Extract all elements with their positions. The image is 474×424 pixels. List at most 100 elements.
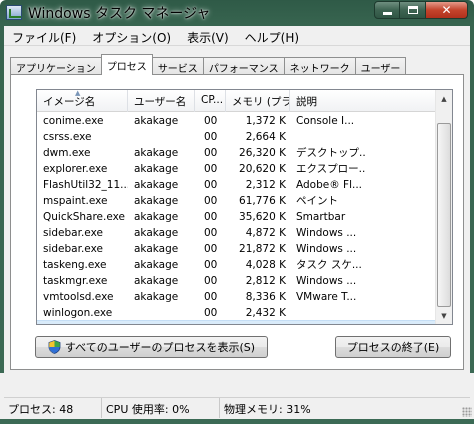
resize-grip-icon[interactable] <box>462 407 472 417</box>
column-user-name[interactable]: ユーザー名 <box>128 90 195 112</box>
window-client: ファイル(F) オプション(O) 表示(V) ヘルプ(H) アプリケーション プ… <box>4 26 470 398</box>
cell-cpu: 00 <box>195 321 226 324</box>
end-process-button[interactable]: プロセスの終了(E) <box>335 336 451 358</box>
process-row[interactable]: dwm.exe akakage 00 26,320 K デスクトップ... <box>37 145 437 161</box>
process-row[interactable]: sidebar.exe akakage 00 21,872 K Windows ... <box>37 241 437 257</box>
cell-memory: 20,620 K <box>239 163 286 175</box>
cell-image-name: sidebar.exe <box>43 227 103 239</box>
cell-description <box>290 305 365 321</box>
cell-cpu: 00 <box>204 227 218 239</box>
process-row[interactable]: explorer.exe akakage 00 20,620 K エクスプロー... <box>37 161 437 177</box>
tab-services[interactable]: サービス <box>151 57 204 75</box>
cell-image-name: QuickShare.exe <box>43 211 125 223</box>
cell-description: Windows ... <box>296 243 357 255</box>
tab-users[interactable]: ユーザー <box>354 57 407 75</box>
cell-image-name: FlashUtil32_11... <box>43 179 128 191</box>
cell-user-name: akakage <box>134 291 179 303</box>
cell-cpu: 00 <box>204 163 218 175</box>
cell-image-name: taskeng.exe <box>43 259 107 271</box>
tab-strip: アプリケーション プロセス サービス パフォーマンス ネットワーク ユーザー <box>10 54 407 75</box>
maximize-button[interactable] <box>400 1 426 19</box>
cell-memory: 1,372 K <box>245 115 286 127</box>
minimize-icon <box>382 11 392 15</box>
status-process-count: プロセス: 48 <box>4 398 102 418</box>
cell-cpu: 00 <box>204 179 218 191</box>
list-header: ▲ イメージ名 ユーザー名 CP... メモリ (プラ... 説明 <box>37 90 437 112</box>
process-list[interactable]: ▲ イメージ名 ユーザー名 CP... メモリ (プラ... 説明 conime… <box>36 89 453 325</box>
column-cpu[interactable]: CP... <box>195 90 226 112</box>
column-label: CP... <box>201 94 224 106</box>
tab-networking[interactable]: ネットワーク <box>283 57 356 75</box>
title-bar[interactable]: Windows タスク マネージャ ✕ <box>0 0 474 25</box>
column-label: ユーザー名 <box>134 96 187 108</box>
column-description[interactable]: 説明 <box>290 90 365 112</box>
cell-memory: 13,340 K <box>226 321 290 324</box>
cell-cpu: 00 <box>204 211 218 223</box>
process-row[interactable]: QuickShare.exe akakage 00 35,620 K Smartbar <box>37 209 437 225</box>
menu-view[interactable]: 表示(V) <box>179 26 237 45</box>
cell-description: Adobe® Fl... <box>296 179 363 191</box>
cell-user-name: akakage <box>134 195 179 207</box>
cell-user-name <box>128 305 195 321</box>
cell-image-name: sidebar.exe <box>43 243 103 255</box>
process-row[interactable]: winlogon.exe 00 2,432 K <box>37 305 437 321</box>
cell-description: VMware T... <box>296 291 357 303</box>
status-physical-memory: 物理メモリ: 31% <box>224 403 311 416</box>
process-row[interactable]: FlashUtil32_11... akakage 00 2,312 K Adobe® … <box>37 177 437 193</box>
process-row[interactable]: conime.exe akakage 00 1,372 K Console I... <box>37 113 437 129</box>
menu-file[interactable]: ファイル(F) <box>4 26 84 45</box>
cell-memory: 61,776 K <box>239 195 286 207</box>
cell-description: タスク スケ... <box>296 259 362 271</box>
minimize-button[interactable] <box>374 1 400 19</box>
cell-image-name: csrss.exe <box>43 131 92 143</box>
cell-memory: 2,432 K <box>245 307 286 319</box>
cell-description: Smartbar <box>296 211 346 223</box>
cell-cpu: 00 <box>204 195 218 207</box>
cell-image-name: dwm.exe <box>43 147 91 159</box>
cell-memory: 2,812 K <box>245 275 286 287</box>
cell-user-name: akakage <box>134 147 179 159</box>
tab-processes[interactable]: プロセス <box>100 54 153 75</box>
cell-memory: 2,312 K <box>245 179 286 191</box>
close-icon: ✕ <box>441 3 452 17</box>
status-bar: プロセス: 48 CPU 使用率: 0% 物理メモリ: 31% <box>0 373 474 419</box>
cell-user-name: akakage <box>134 115 179 127</box>
tab-applications[interactable]: アプリケーション <box>10 57 102 75</box>
process-row[interactable]: mspaint.exe akakage 00 61,776 K ペイント <box>37 193 437 209</box>
process-row[interactable]: csrss.exe 00 2,664 K <box>37 129 437 145</box>
cell-description: Windows ... <box>296 275 357 287</box>
process-row[interactable]: sidebar.exe akakage 00 4,872 K Windows ... <box>37 225 437 241</box>
scroll-thumb[interactable] <box>437 123 451 307</box>
uac-shield-icon <box>48 340 61 354</box>
close-button[interactable]: ✕ <box>426 1 468 19</box>
process-row[interactable]: YontooDeskto...akakage0013,340 KYontoo D… <box>37 320 438 324</box>
column-memory[interactable]: メモリ (プラ... <box>226 90 290 112</box>
column-image-name[interactable]: ▲ イメージ名 <box>37 90 128 112</box>
window-title: Windows タスク マネージャ <box>28 6 211 22</box>
sort-ascending-icon: ▲ <box>75 90 81 97</box>
cell-description: Windows ... <box>296 227 357 239</box>
cell-cpu: 00 <box>204 115 218 127</box>
arrow-up-icon: ▲ <box>441 94 447 103</box>
tab-performance[interactable]: パフォーマンス <box>202 57 285 75</box>
task-manager-window: Windows タスク マネージャ ✕ ファイル(F) オプション(O) 表示(… <box>0 0 474 424</box>
cell-description: エクスプロー... <box>296 163 365 175</box>
scroll-up-button[interactable]: ▲ <box>436 90 452 107</box>
maximize-icon <box>407 6 418 14</box>
cell-description: Yontoo De... <box>290 321 365 324</box>
cell-cpu: 00 <box>204 291 218 303</box>
cell-cpu: 00 <box>204 147 218 159</box>
process-row[interactable]: vmtoolsd.exe akakage 00 8,336 K VMware T... <box>37 289 437 305</box>
caption-buttons: ✕ <box>374 1 468 19</box>
cell-description: ペイント <box>296 195 338 207</box>
vertical-scrollbar[interactable]: ▲ ▼ <box>435 90 452 324</box>
menu-help[interactable]: ヘルプ(H) <box>237 26 307 45</box>
menu-options[interactable]: オプション(O) <box>84 26 179 45</box>
process-row[interactable]: taskeng.exe akakage 00 4,028 K タスク スケ... <box>37 257 437 273</box>
cell-image-name: taskmgr.exe <box>43 275 108 287</box>
cell-cpu: 00 <box>204 307 218 319</box>
process-row[interactable]: taskmgr.exe akakage 00 2,812 K Windows ... <box>37 273 437 289</box>
scroll-down-button[interactable]: ▼ <box>436 307 452 324</box>
show-all-users-processes-button[interactable]: すべてのユーザーのプロセスを表示(S) <box>35 336 268 358</box>
status-cpu-usage: CPU 使用率: 0% <box>102 398 220 418</box>
